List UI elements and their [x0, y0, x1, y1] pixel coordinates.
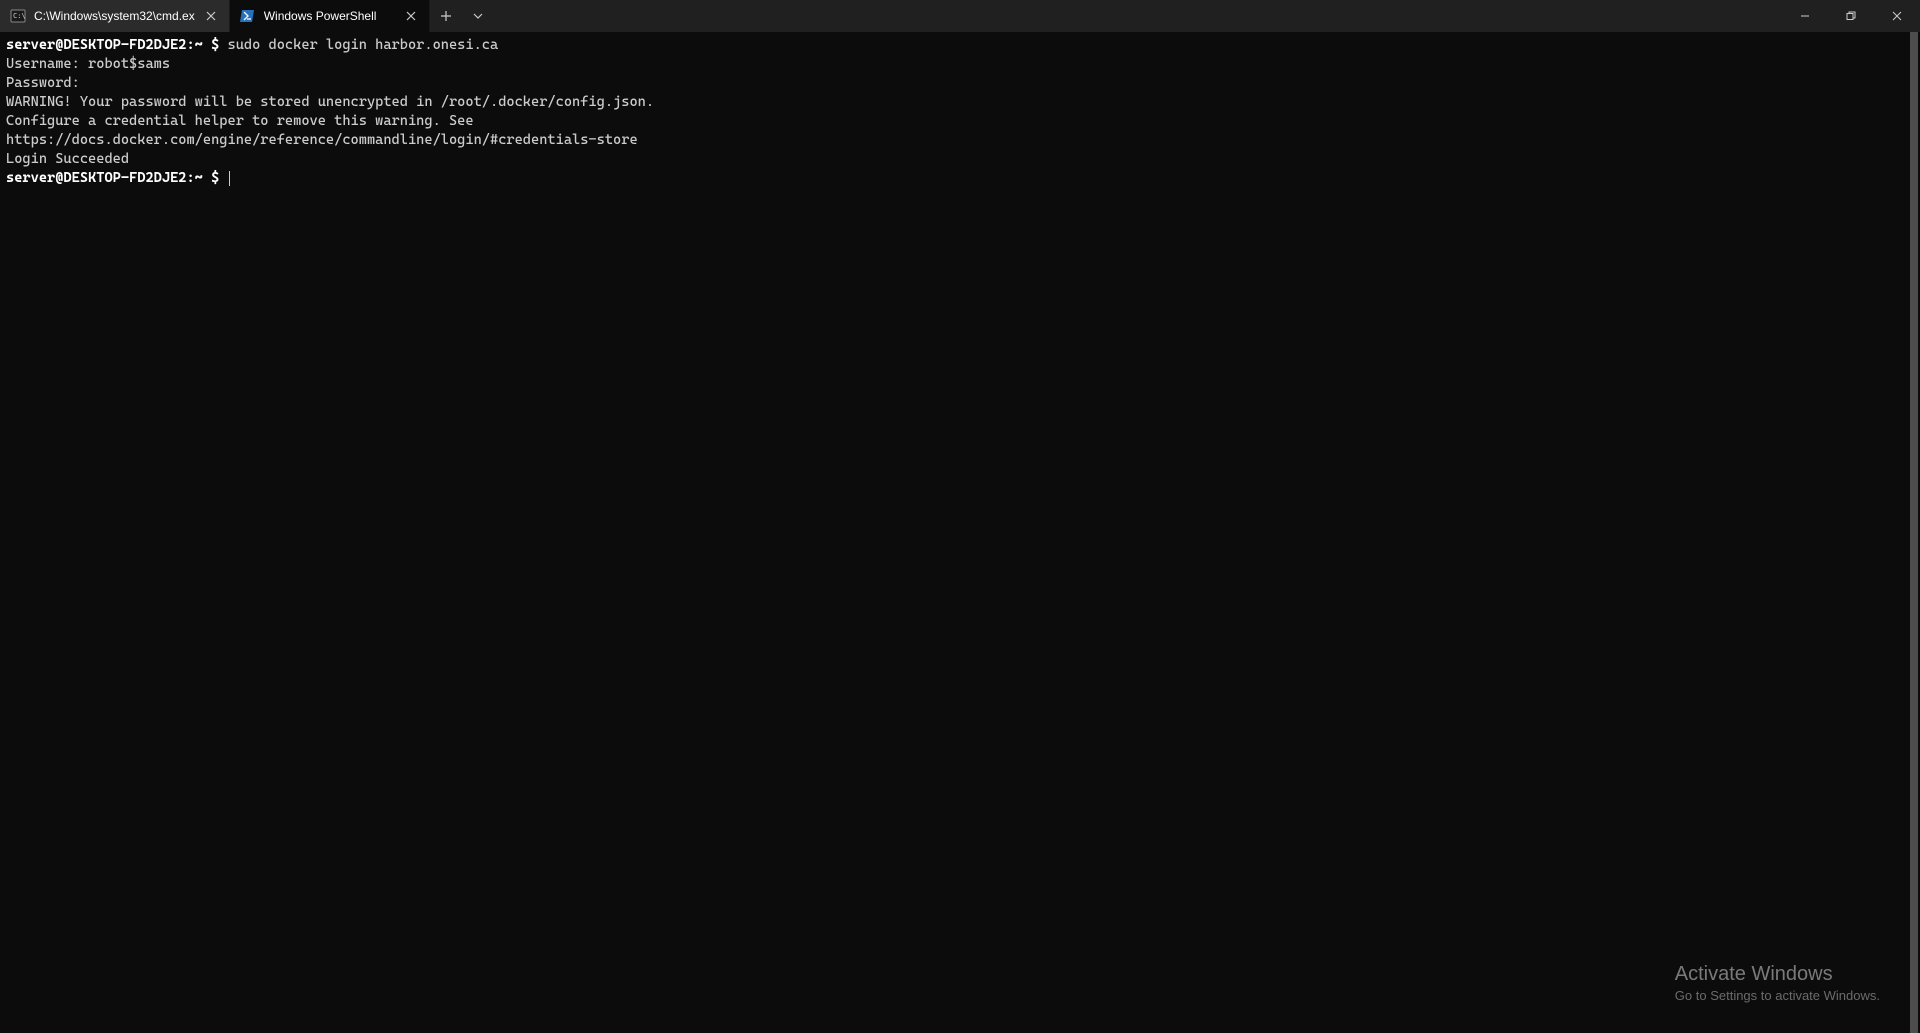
tab-strip: C:\ C:\Windows\system32\cmd.ex Windows P… — [0, 0, 430, 32]
tab-dropdown-button[interactable] — [462, 0, 494, 32]
terminal-line: WARNING! Your password will be stored un… — [6, 93, 1914, 112]
terminal-line: server@DESKTOP-FD2DJE2:~ $ sudo docker l… — [6, 36, 1914, 55]
cmd-icon: C:\ — [10, 8, 26, 24]
window-controls — [1782, 0, 1920, 32]
cursor — [229, 171, 230, 186]
titlebar: C:\ C:\Windows\system32\cmd.ex Windows P… — [0, 0, 1920, 32]
close-icon[interactable] — [403, 8, 419, 24]
terminal-line: Login Succeeded — [6, 150, 1914, 169]
minimize-button[interactable] — [1782, 0, 1828, 32]
tab-cmd[interactable]: C:\ C:\Windows\system32\cmd.ex — [0, 0, 230, 32]
tab-powershell[interactable]: Windows PowerShell — [230, 0, 430, 32]
terminal-line: Username: robot$sams — [6, 55, 1914, 74]
close-icon[interactable] — [203, 8, 219, 24]
scrollbar[interactable] — [1908, 32, 1920, 1033]
terminal-line: Configure a credential helper to remove … — [6, 112, 1914, 131]
maximize-button[interactable] — [1828, 0, 1874, 32]
new-tab-area — [430, 0, 494, 32]
powershell-icon — [240, 8, 256, 24]
tab-label: Windows PowerShell — [264, 9, 395, 23]
scrollbar-thumb[interactable] — [1910, 32, 1918, 1033]
terminal-output[interactable]: server@DESKTOP-FD2DJE2:~ $ sudo docker l… — [0, 32, 1920, 1033]
close-window-button[interactable] — [1874, 0, 1920, 32]
terminal-prompt-current: server@DESKTOP-FD2DJE2:~ $ — [6, 169, 1914, 188]
new-tab-button[interactable] — [430, 0, 462, 32]
tab-label: C:\Windows\system32\cmd.ex — [34, 9, 195, 23]
terminal-line: Password: — [6, 74, 1914, 93]
terminal-line: https://docs.docker.com/engine/reference… — [6, 131, 1914, 150]
titlebar-drag-area[interactable] — [494, 0, 1782, 32]
svg-text:C:\: C:\ — [13, 12, 26, 20]
